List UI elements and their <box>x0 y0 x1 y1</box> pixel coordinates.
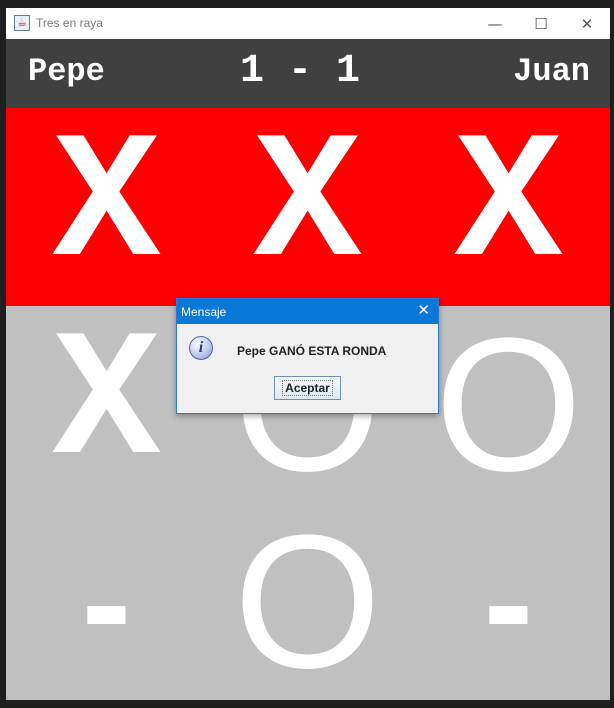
information-icon: i <box>189 336 213 360</box>
board-cell-2[interactable]: X <box>207 108 408 305</box>
dialog-title: Mensaje <box>181 305 227 319</box>
close-icon: ✕ <box>580 14 594 33</box>
maximize-button[interactable]: ☐ <box>518 8 564 39</box>
message-dialog: Mensaje ✕ i Pepe GANÓ ESTA RONDA Aceptar <box>176 298 439 414</box>
score-display: 1 - 1 <box>240 49 361 94</box>
window-title: Tres en raya <box>36 16 103 30</box>
board-cell-1[interactable]: X <box>6 108 207 305</box>
player1-name: Pepe <box>28 53 105 90</box>
java-cup-icon: ☕ <box>14 15 30 31</box>
maximize-icon: ☐ <box>534 14 548 33</box>
close-window-button[interactable]: ✕ <box>564 8 610 39</box>
board-cell-9[interactable]: - <box>408 503 609 700</box>
accept-button[interactable]: Aceptar <box>274 376 341 400</box>
board-cell-7[interactable]: - <box>6 503 207 700</box>
title-bar[interactable]: ☕ Tres en raya — ☐ ✕ <box>6 8 610 39</box>
dialog-close-icon[interactable]: ✕ <box>417 301 430 319</box>
scoreboard: Pepe 1 - 1 Juan <box>6 39 610 108</box>
minimize-button[interactable]: — <box>472 8 518 39</box>
accept-button-label: Aceptar <box>282 380 333 396</box>
dialog-message: Pepe GANÓ ESTA RONDA <box>237 344 387 358</box>
dialog-title-bar[interactable]: Mensaje ✕ <box>177 299 438 324</box>
minimize-icon: — <box>487 14 503 33</box>
player2-name: Juan <box>513 53 590 90</box>
board-cell-8[interactable]: O <box>207 503 408 700</box>
board-cell-3[interactable]: X <box>408 108 609 305</box>
